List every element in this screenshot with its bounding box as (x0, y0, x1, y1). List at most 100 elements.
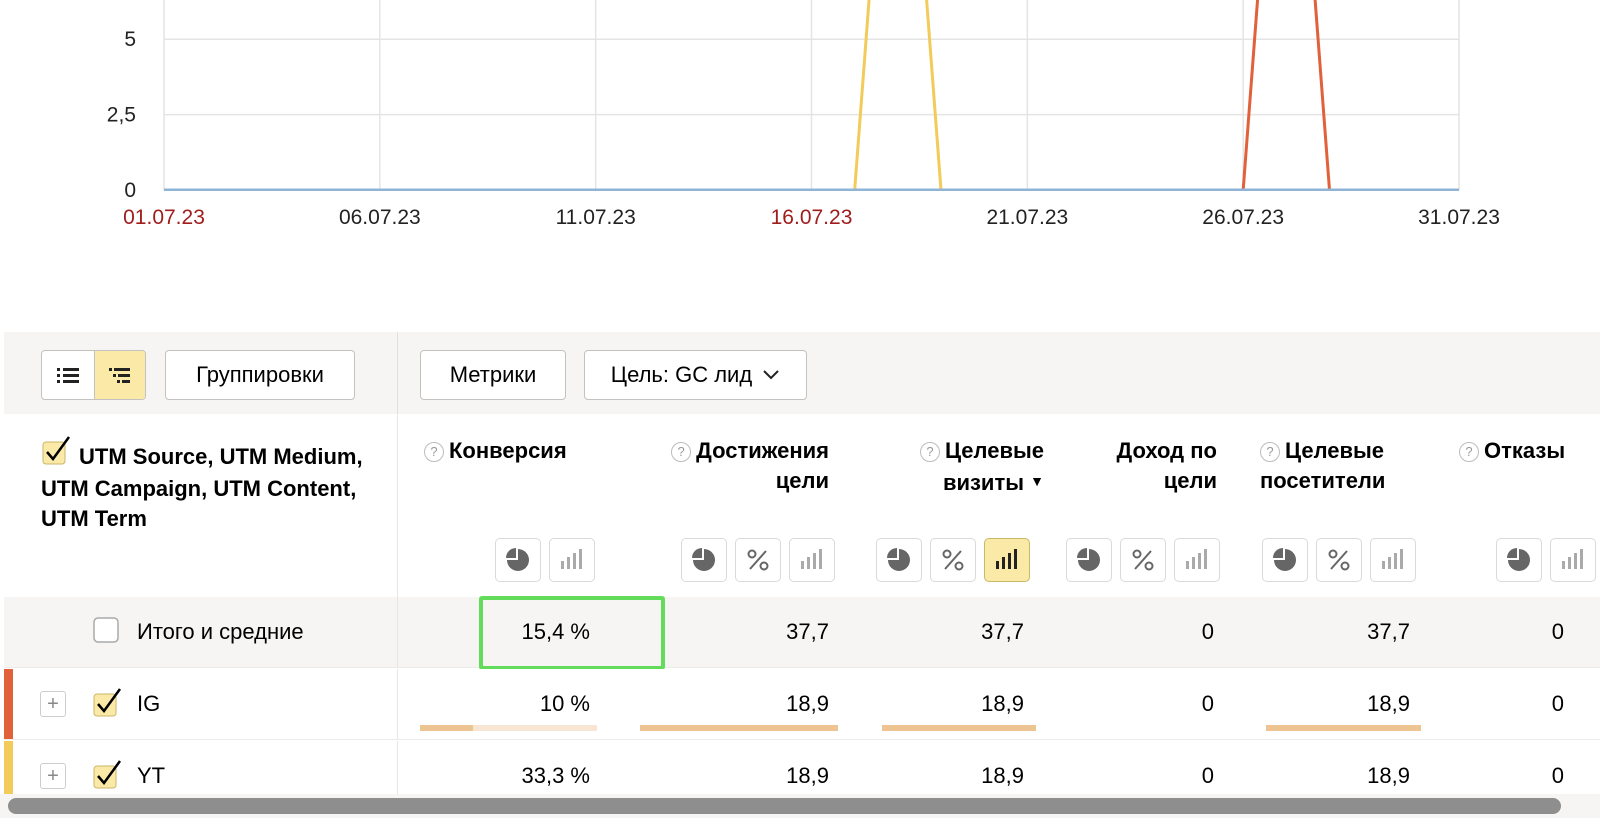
list-icon (56, 368, 79, 383)
column-label: Отказы (1484, 438, 1566, 463)
bounces-view-toggles (1496, 538, 1596, 582)
table-row: + IG 10 % 18,9 18,9 0 18,9 0 (4, 669, 1600, 740)
pie-chart-toggle[interactable] (876, 538, 922, 582)
bar-chart-toggle[interactable] (549, 538, 595, 582)
percent-icon (942, 549, 964, 571)
cell-goal-reaches: 37,7 (786, 619, 829, 644)
cell-goal-visits: 18,9 (981, 763, 1024, 788)
dimension-title: UTM Source, UTM Medium, UTM Campaign, UT… (41, 444, 363, 531)
x-tick-label: 26.07.23 (1202, 206, 1284, 229)
bar-chart-toggle[interactable] (1174, 538, 1220, 582)
x-tick-label: 01.07.23 (123, 206, 205, 229)
percent-toggle[interactable] (1316, 538, 1362, 582)
goal-visitors-view-toggles (1262, 538, 1416, 582)
percent-toggle[interactable] (1120, 538, 1166, 582)
goal-visitors-bar (1266, 725, 1421, 731)
bar-chart-icon (801, 549, 822, 569)
column-header-goal-revenue[interactable]: Доход по цели (1084, 436, 1217, 496)
select-all-checkbox[interactable] (41, 436, 71, 474)
conversion-view-toggles (495, 538, 595, 582)
pie-chart-icon (692, 548, 715, 571)
cell-goal-visitors: 18,9 (1367, 763, 1410, 788)
pie-chart-toggle[interactable] (1496, 538, 1542, 582)
cell-conversion: 33,3 % (521, 763, 591, 788)
percent-icon (1328, 549, 1350, 571)
goal-revenue-view-toggles (1066, 538, 1220, 582)
percent-icon (1132, 549, 1154, 571)
help-icon[interactable]: ? (919, 442, 940, 462)
groupings-button[interactable]: Группировки (165, 350, 355, 400)
goal-reaches-bar-fill (640, 725, 838, 731)
totals-checkbox[interactable] (92, 616, 120, 649)
column-header-bounces[interactable]: ? Отказы (1459, 436, 1565, 466)
column-label: Доход по цели (1116, 438, 1217, 493)
pie-chart-toggle[interactable] (681, 538, 727, 582)
conversion-bar-fill (420, 725, 474, 731)
bar-chart-toggle[interactable] (789, 538, 835, 582)
pie-chart-toggle[interactable] (495, 538, 541, 582)
percent-toggle[interactable] (735, 538, 781, 582)
pie-chart-icon (1273, 548, 1296, 571)
y-tick-label: 2,5 (107, 104, 136, 127)
bar-chart-icon (1186, 549, 1207, 569)
dimension-header: UTM Source, UTM Medium, UTM Campaign, UT… (41, 436, 371, 534)
x-tick-label: 06.07.23 (339, 206, 421, 229)
scrollbar-thumb[interactable] (8, 798, 1561, 814)
bar-chart-toggle[interactable] (1370, 538, 1416, 582)
pie-chart-icon (1507, 548, 1530, 571)
percent-toggle[interactable] (930, 538, 976, 582)
goal-select[interactable]: Цель: GC лид (584, 350, 807, 400)
list-view-button[interactable] (42, 351, 94, 399)
bar-chart-toggle-active[interactable] (984, 538, 1030, 582)
column-header-conversion[interactable]: ? Конверсия (424, 436, 567, 466)
help-icon[interactable]: ? (1260, 442, 1280, 462)
line-chart: 0 2,5 5 01.07.23 06.07.23 11.07.23 16.07.23 21.… (107, 0, 1500, 229)
goal-visitors-bar-fill (1266, 725, 1421, 731)
metrics-button[interactable]: Метрики (420, 350, 566, 400)
cell-goal-visits: 18,9 (981, 691, 1024, 716)
view-mode-switch[interactable] (41, 350, 146, 400)
column-label: Достижения цели (696, 438, 829, 493)
row-label: Итого и средние (137, 619, 304, 644)
table-header: UTM Source, UTM Medium, UTM Campaign, UT… (4, 414, 1600, 597)
pie-chart-toggle[interactable] (1262, 538, 1308, 582)
cell-goal-reaches: 18,9 (786, 691, 829, 716)
checkbox-empty-icon (93, 617, 119, 643)
column-divider (397, 669, 398, 739)
cell-goal-visitors: 37,7 (1367, 619, 1410, 644)
column-label: Целевые посетители (1260, 438, 1386, 493)
y-tick-label: 0 (124, 179, 136, 202)
expand-button[interactable]: + (40, 691, 66, 717)
expand-button[interactable]: + (40, 763, 66, 789)
column-label: Целевые визиты (942, 438, 1044, 495)
pie-chart-toggle[interactable] (1066, 538, 1112, 582)
cell-goal-visitors: 18,9 (1367, 691, 1410, 716)
bar-chart-icon (561, 549, 582, 569)
x-tick-label: 21.07.23 (986, 206, 1068, 229)
row-label: YT (137, 763, 166, 788)
help-icon[interactable]: ? (671, 442, 692, 462)
column-divider (397, 414, 398, 597)
column-header-goal-reaches[interactable]: ? Достижения цели (644, 436, 829, 496)
goal-visits-view-toggles (876, 538, 1030, 582)
row-checkbox[interactable] (92, 688, 122, 723)
bar-chart-toggle[interactable] (1550, 538, 1596, 582)
goal-select-label: Цель: GC лид (610, 362, 753, 387)
sort-desc-icon[interactable]: ▼ (1030, 473, 1044, 489)
column-header-goal-visitors[interactable]: ? Целевые посетители (1260, 436, 1410, 496)
totals-row: Итого и средние 15,4 % 37,7 37,7 0 37,7 … (4, 597, 1600, 668)
toolbar-divider (397, 332, 398, 414)
x-tick-label: 16.07.23 (771, 206, 853, 229)
cell-goal-revenue: 0 (1201, 691, 1214, 716)
help-icon[interactable]: ? (1459, 442, 1479, 462)
pie-chart-icon (887, 548, 910, 571)
tree-view-button[interactable] (93, 351, 145, 399)
pie-chart-icon (1077, 548, 1100, 571)
row-checkbox[interactable] (92, 760, 122, 795)
pie-chart-icon (506, 548, 529, 571)
bar-chart-icon (996, 549, 1017, 569)
column-label: Конверсия (449, 438, 567, 463)
help-icon[interactable]: ? (424, 442, 444, 462)
highlight-box (479, 596, 665, 670)
column-header-goal-visits[interactable]: ? Целевые визиты ▼ (874, 436, 1044, 498)
